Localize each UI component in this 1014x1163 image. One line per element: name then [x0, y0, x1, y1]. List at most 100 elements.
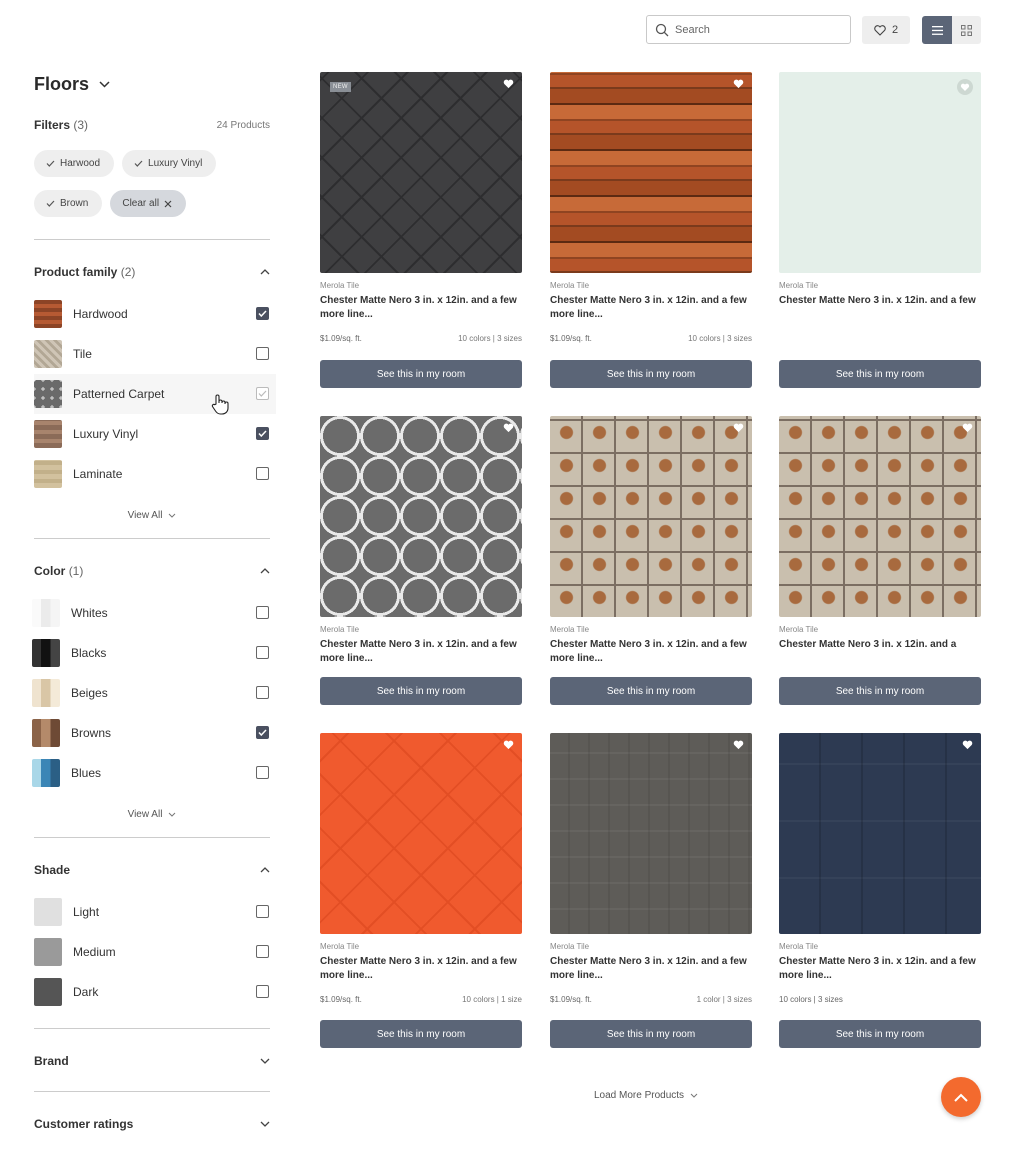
see-in-room-button[interactable]: See this in my room: [320, 360, 522, 388]
product-image[interactable]: NEW: [320, 72, 522, 273]
laminate-checkbox[interactable]: [256, 467, 269, 480]
page-title[interactable]: Floors: [34, 70, 270, 98]
see-in-room-button[interactable]: See this in my room: [550, 677, 752, 705]
scroll-to-top-button[interactable]: [941, 1077, 981, 1117]
divider: [34, 1091, 270, 1092]
product-card[interactable]: Merola Tile Chester Matte Nero 3 in. x 1…: [779, 416, 981, 705]
hardwood-checkbox[interactable]: [256, 307, 269, 320]
shade-option-medium[interactable]: Medium: [34, 932, 270, 972]
color-option-browns[interactable]: Browns: [32, 713, 270, 753]
product-family-option-patterned-carpet[interactable]: Patterned Carpet: [34, 374, 276, 415]
product-card[interactable]: Merola Tile Chester Matte Nero 3 in. x 1…: [779, 733, 981, 1048]
favorites-button[interactable]: 2: [862, 16, 910, 44]
product-name[interactable]: Chester Matte Nero 3 in. x 12in. and a f…: [550, 638, 752, 666]
load-more-button[interactable]: Load More Products: [594, 1090, 698, 1101]
color-view-all[interactable]: View All: [34, 807, 270, 821]
product-image[interactable]: [550, 733, 752, 934]
product-price: $1.09/sq. ft.: [320, 995, 362, 1004]
see-in-room-button[interactable]: See this in my room: [779, 360, 981, 388]
product-image[interactable]: [320, 733, 522, 934]
product-variants: 10 colors | 3 sizes: [688, 334, 752, 343]
product-image[interactable]: [779, 72, 981, 273]
product-name[interactable]: Chester Matte Nero 3 in. x 12in. and a: [779, 638, 981, 666]
product-family-option-luxury-vinyl[interactable]: Luxury Vinyl: [34, 414, 270, 454]
heart-icon[interactable]: [503, 423, 514, 433]
product-name[interactable]: Chester Matte Nero 3 in. x 12in. and a f…: [320, 294, 522, 322]
check-icon: [258, 729, 267, 736]
product-card[interactable]: Merola Tile Chester Matte Nero 3 in. x 1…: [550, 72, 752, 388]
medium-checkbox[interactable]: [256, 945, 269, 958]
product-name[interactable]: Chester Matte Nero 3 in. x 12in. and a f…: [550, 955, 752, 983]
product-card[interactable]: Merola Tile Chester Matte Nero 3 in. x 1…: [550, 733, 752, 1048]
shade-option-light[interactable]: Light: [34, 892, 270, 932]
tile-checkbox[interactable]: [256, 347, 269, 360]
light-checkbox[interactable]: [256, 905, 269, 918]
option-label: Medium: [73, 945, 116, 959]
color-option-whites[interactable]: Whites: [32, 593, 270, 633]
beiges-checkbox[interactable]: [256, 686, 269, 699]
filter-chip-brown[interactable]: Brown: [34, 190, 103, 217]
patterned-carpet-checkbox[interactable]: [256, 387, 269, 400]
heart-icon[interactable]: [733, 423, 744, 433]
tile-swatch: [34, 340, 62, 368]
whites-checkbox[interactable]: [256, 606, 269, 619]
color-option-beiges[interactable]: Beiges: [32, 673, 270, 713]
see-in-room-button[interactable]: See this in my room: [550, 1020, 752, 1048]
filter-chip-luxury-vinyl[interactable]: Luxury Vinyl: [122, 150, 217, 177]
heart-icon[interactable]: [503, 740, 514, 750]
product-family-option-laminate[interactable]: Laminate: [34, 454, 270, 494]
heart-icon[interactable]: [957, 79, 973, 95]
filter-chip-harwood[interactable]: Harwood: [34, 150, 115, 177]
load-more-label: Load More Products: [594, 1090, 685, 1101]
blues-checkbox[interactable]: [256, 766, 269, 779]
product-name[interactable]: Chester Matte Nero 3 in. x 12in. and a f…: [779, 955, 981, 983]
see-in-room-button[interactable]: See this in my room: [779, 1020, 981, 1048]
product-card[interactable]: Merola Tile Chester Matte Nero 3 in. x 1…: [550, 416, 752, 705]
product-image[interactable]: [550, 72, 752, 273]
product-card[interactable]: Merola Tile Chester Matte Nero 3 in. x 1…: [779, 72, 981, 388]
product-name[interactable]: Chester Matte Nero 3 in. x 12in. and a f…: [779, 294, 981, 322]
product-image[interactable]: [779, 416, 981, 617]
customer-ratings-label: Customer ratings: [34, 1117, 134, 1131]
blacks-checkbox[interactable]: [256, 646, 269, 659]
see-in-room-button[interactable]: See this in my room: [320, 677, 522, 705]
list-view-button[interactable]: [922, 16, 952, 44]
shade-option-dark[interactable]: Dark: [34, 972, 270, 1012]
product-family-option-hardwood[interactable]: Hardwood: [34, 294, 270, 334]
see-in-room-button[interactable]: See this in my room: [320, 1020, 522, 1048]
see-in-room-button[interactable]: See this in my room: [779, 677, 981, 705]
heart-icon[interactable]: [733, 740, 744, 750]
clear-all-button[interactable]: Clear all: [110, 190, 187, 217]
color-option-blues[interactable]: Blues: [32, 753, 270, 793]
check-icon: [46, 200, 55, 207]
dark-checkbox[interactable]: [256, 985, 269, 998]
shade-header[interactable]: Shade: [34, 860, 270, 880]
luxury-vinyl-checkbox[interactable]: [256, 427, 269, 440]
product-card[interactable]: NEW Merola Tile Chester Matte Nero 3 in.…: [320, 72, 522, 388]
color-option-blacks[interactable]: Blacks: [32, 633, 270, 673]
heart-icon[interactable]: [733, 79, 744, 89]
product-image[interactable]: [320, 416, 522, 617]
product-family-view-all[interactable]: View All: [34, 508, 270, 522]
browns-checkbox[interactable]: [256, 726, 269, 739]
product-family-header[interactable]: Product family (2): [34, 262, 270, 282]
search-input[interactable]: [675, 23, 835, 36]
see-in-room-button[interactable]: See this in my room: [550, 360, 752, 388]
product-family-option-tile[interactable]: Tile: [34, 334, 270, 374]
product-image[interactable]: [550, 416, 752, 617]
heart-icon[interactable]: [503, 79, 514, 89]
grid-view-button[interactable]: [952, 16, 981, 44]
product-price: $1.09/sq. ft.: [550, 995, 592, 1004]
search-box[interactable]: [646, 15, 851, 44]
color-header[interactable]: Color (1): [34, 561, 270, 581]
product-card[interactable]: Merola Tile Chester Matte Nero 3 in. x 1…: [320, 416, 522, 705]
product-name[interactable]: Chester Matte Nero 3 in. x 12in. and a f…: [320, 955, 522, 983]
product-name[interactable]: Chester Matte Nero 3 in. x 12in. and a f…: [320, 638, 522, 666]
product-card[interactable]: Merola Tile Chester Matte Nero 3 in. x 1…: [320, 733, 522, 1048]
heart-icon[interactable]: [962, 423, 973, 433]
product-name[interactable]: Chester Matte Nero 3 in. x 12in. and a f…: [550, 294, 752, 322]
brand-header[interactable]: Brand: [34, 1051, 270, 1071]
heart-icon[interactable]: [962, 740, 973, 750]
customer-ratings-header[interactable]: Customer ratings: [34, 1114, 270, 1134]
product-image[interactable]: [779, 733, 981, 934]
